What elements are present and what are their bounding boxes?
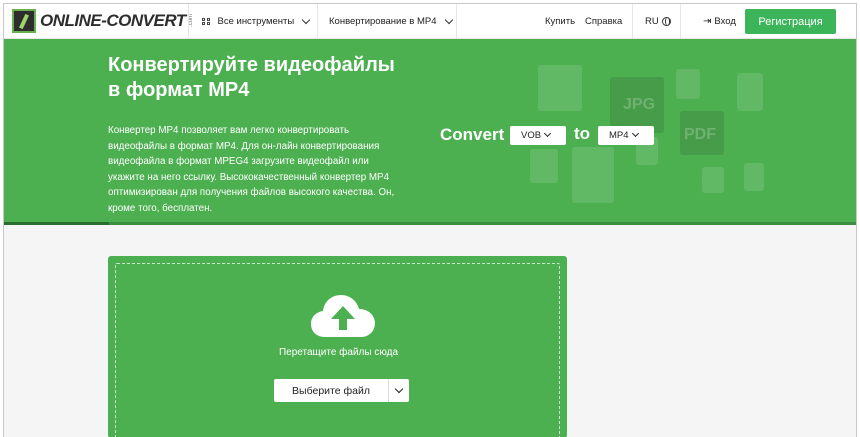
help-link[interactable]: Справка (585, 4, 622, 39)
bg-small-file-icon (702, 167, 724, 193)
all-tools-label: Все инструменты (217, 16, 295, 27)
login-icon: ⇥ (703, 16, 712, 27)
hero-title: Конвертируйте видеофайлы в формат MP4 (108, 53, 438, 103)
help-label: Справка (585, 16, 623, 27)
choose-file-button-group: Выберите файл (274, 379, 409, 402)
logo-text: ONLINE-CONVERT (40, 11, 186, 30)
convert-label: Convert (440, 125, 505, 144)
login-label: Вход (714, 16, 736, 27)
bg-image-file-icon (676, 69, 700, 99)
nav-divider (188, 4, 189, 39)
language-label: RU (645, 16, 659, 27)
to-label: to (574, 124, 591, 143)
drop-hint: Перетащите файлы сюда (278, 347, 399, 358)
site-logo[interactable]: ONLINE-CONVERT .com (12, 9, 194, 33)
nav-divider (632, 4, 633, 39)
upload-area[interactable]: Перетащите файлы сюда Выберите файл (108, 256, 567, 437)
globe-icon (661, 17, 671, 26)
to-format-select[interactable]: MP4 (598, 126, 654, 145)
category-menu[interactable]: Конвертирование в MP4 (329, 4, 453, 39)
logo-mark-icon (12, 9, 36, 33)
bg-font-file-icon (744, 163, 764, 191)
hero-title-line2: в формат MP4 (108, 79, 250, 101)
bg-chart-file-icon (737, 73, 763, 111)
language-selector[interactable]: RU (645, 4, 671, 39)
nav-divider (317, 4, 318, 39)
bg-doc-file-icon (530, 149, 558, 183)
browser-frame: ONLINE-CONVERT .com Все инструменты Конв… (3, 3, 857, 437)
hero-description: Конвертер MP4 позволяет вам легко конвер… (108, 125, 395, 214)
hero-banner: JPG PDF Конвертируйте видеофайлы в форма… (4, 39, 856, 225)
chevron-down-icon (301, 15, 311, 24)
login-link[interactable]: ⇥ Вход (703, 4, 736, 39)
all-tools-menu[interactable]: Все инструменты (202, 4, 311, 39)
hero-bottom-strip-accent (4, 222, 109, 225)
bg-pdf-label: PDF (684, 126, 716, 143)
from-format-value: VOB (521, 130, 542, 141)
chevron-down-icon (544, 129, 552, 138)
category-label: Конвертирование в MP4 (329, 16, 437, 27)
nav-divider (456, 4, 457, 39)
bg-jpg-label: JPG (623, 96, 656, 113)
bg-email-file-icon (538, 65, 582, 111)
buy-link[interactable]: Купить (545, 4, 575, 39)
grid-icon (202, 17, 210, 26)
chevron-down-icon (444, 15, 453, 24)
nav-divider (680, 4, 681, 39)
register-button[interactable]: Регистрация (745, 9, 836, 34)
to-format-value: MP4 (609, 130, 629, 141)
from-format-select[interactable]: VOB (510, 126, 566, 145)
choose-file-button[interactable]: Выберите файл (274, 379, 389, 402)
drop-zone[interactable]: Перетащите файлы сюда Выберите файл (115, 263, 560, 437)
chevron-down-icon (631, 129, 639, 138)
hero-title-line1: Конвертируйте видеофайлы (108, 54, 395, 76)
top-navbar: ONLINE-CONVERT .com Все инструменты Конв… (4, 4, 856, 39)
hero-bottom-strip (4, 222, 856, 225)
bg-graph-file-icon (572, 147, 614, 203)
chevron-down-icon (394, 384, 404, 393)
buy-label: Купить (545, 16, 576, 27)
choose-source-dropdown[interactable] (389, 379, 409, 402)
cloud-upload-icon (311, 295, 375, 337)
